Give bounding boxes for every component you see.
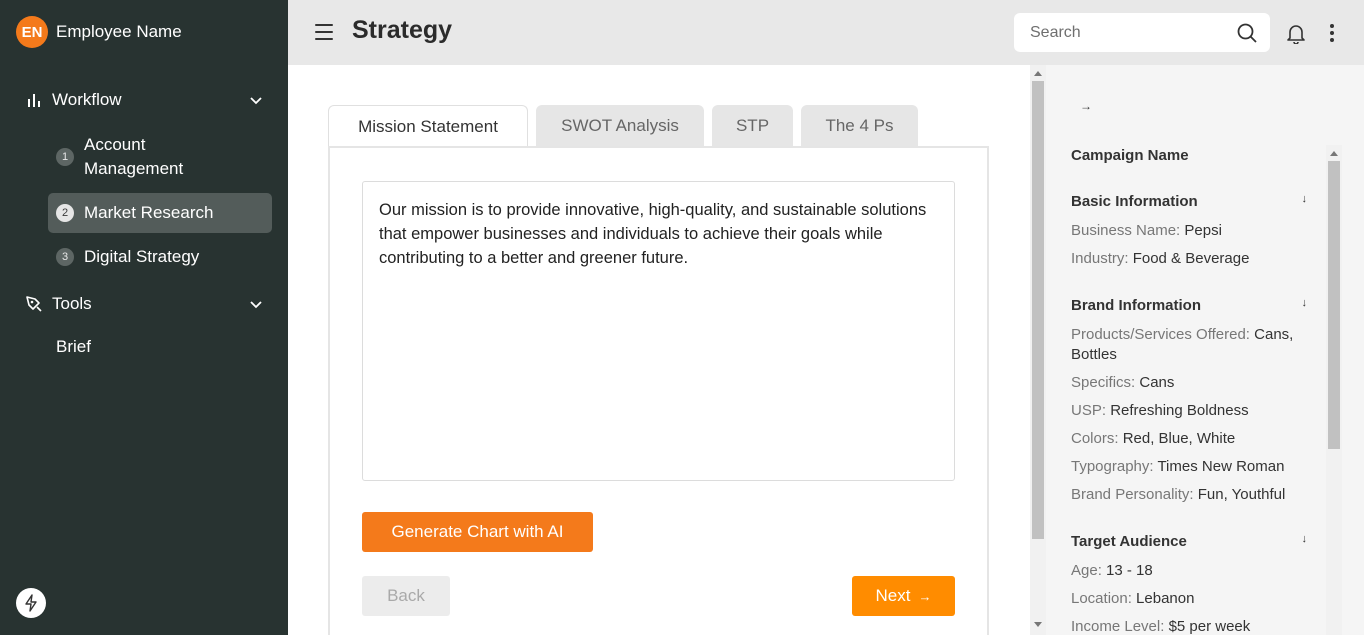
arrow-down-icon: ↓ bbox=[1301, 533, 1308, 545]
search-box bbox=[1014, 13, 1270, 52]
scrollbar-thumb[interactable] bbox=[1328, 161, 1340, 449]
step-number: 2 bbox=[56, 204, 74, 222]
tab-the-4-ps[interactable]: The 4 Ps bbox=[801, 105, 918, 147]
user-profile[interactable]: EN Employee Name bbox=[16, 16, 182, 48]
sidebar-item-label: Market Research bbox=[84, 203, 214, 222]
search-input[interactable] bbox=[1014, 13, 1214, 52]
scroll-down-icon[interactable] bbox=[1034, 622, 1042, 627]
nav-group-workflow[interactable]: Workflow bbox=[24, 85, 272, 115]
scroll-up-icon[interactable] bbox=[1330, 151, 1338, 156]
sidebar: EN Employee Name Workflow 1 Account Mana… bbox=[0, 0, 288, 635]
nav-group-label: Workflow bbox=[52, 90, 122, 109]
user-name: Employee Name bbox=[56, 22, 182, 41]
arrow-down-icon: ↓ bbox=[1301, 297, 1308, 309]
sidebar-item-label: Digital Strategy bbox=[84, 247, 200, 266]
arrow-down-icon: ↓ bbox=[1301, 193, 1308, 205]
arrow-right-icon[interactable]: → bbox=[1080, 99, 1092, 113]
field-industry: Industry: Food & Beverage bbox=[1071, 250, 1250, 267]
section-target-audience[interactable]: Target Audience ↓ bbox=[1071, 533, 1307, 550]
more-vertical-icon[interactable] bbox=[1324, 22, 1340, 44]
next-button-label: Next bbox=[875, 586, 911, 605]
avatar: EN bbox=[16, 16, 48, 48]
section-title: Basic Information bbox=[1071, 193, 1198, 210]
lightning-icon[interactable] bbox=[16, 588, 46, 618]
mission-statement-textarea[interactable]: Our mission is to provide innovative, hi… bbox=[362, 181, 955, 481]
sidebar-item-market-research[interactable]: 2 Market Research bbox=[48, 193, 272, 233]
sidebar-item-account-management[interactable]: 1 Account Management bbox=[48, 133, 272, 181]
chevron-down-icon bbox=[248, 92, 264, 108]
hamburger-icon[interactable] bbox=[315, 24, 333, 40]
top-header: Strategy bbox=[288, 0, 1364, 65]
scrollbar-thumb[interactable] bbox=[1032, 81, 1044, 539]
sidebar-item-brief[interactable]: Brief bbox=[56, 337, 91, 357]
section-title: Target Audience bbox=[1071, 533, 1187, 550]
tab-stp[interactable]: STP bbox=[712, 105, 793, 147]
tab-mission-statement[interactable]: Mission Statement bbox=[328, 105, 528, 147]
next-button[interactable]: Next → bbox=[852, 576, 955, 616]
field-products-services: Products/Services Offered: Cans, Bottles bbox=[1071, 326, 1294, 363]
scroll-up-icon[interactable] bbox=[1034, 71, 1042, 76]
field-business-name: Business Name: Pepsi bbox=[1071, 222, 1222, 239]
nav-group-tools[interactable]: Tools bbox=[24, 289, 272, 319]
campaign-details-panel: → Campaign Name Basic Information ↓ Busi… bbox=[1046, 65, 1364, 635]
search-icon[interactable] bbox=[1236, 22, 1258, 44]
arrow-right-icon: → bbox=[918, 588, 932, 604]
section-title: Brand Information bbox=[1071, 297, 1201, 314]
section-brand-information[interactable]: Brand Information ↓ bbox=[1071, 297, 1307, 314]
sidebar-item-digital-strategy[interactable]: 3 Digital Strategy bbox=[48, 237, 272, 277]
field-typography: Typography: Times New Roman bbox=[1071, 458, 1285, 475]
bar-chart-icon bbox=[24, 90, 44, 110]
field-specifics: Specifics: Cans bbox=[1071, 374, 1175, 391]
field-brand-personality: Brand Personality: Fun, Youthful bbox=[1071, 486, 1286, 503]
chevron-down-icon bbox=[248, 296, 264, 312]
generate-chart-button[interactable]: Generate Chart with AI bbox=[362, 512, 593, 552]
tab-swot-analysis[interactable]: SWOT Analysis bbox=[536, 105, 704, 147]
back-button: Back bbox=[362, 576, 450, 616]
campaign-name: Campaign Name bbox=[1071, 147, 1189, 164]
field-location: Location: Lebanon bbox=[1071, 590, 1195, 607]
step-number: 3 bbox=[56, 248, 74, 266]
field-usp: USP: Refreshing Boldness bbox=[1071, 402, 1249, 419]
pen-tool-icon bbox=[24, 294, 44, 314]
field-age: Age: 13 - 18 bbox=[1071, 562, 1153, 579]
page-title: Strategy bbox=[352, 16, 453, 44]
section-basic-information[interactable]: Basic Information ↓ bbox=[1071, 193, 1307, 210]
sidebar-item-label: Account Management bbox=[84, 135, 184, 178]
panel-scrollbar[interactable] bbox=[1326, 145, 1342, 635]
step-number: 1 bbox=[56, 148, 74, 166]
bell-icon[interactable] bbox=[1285, 22, 1307, 45]
field-income-level: Income Level: $5 per week bbox=[1071, 618, 1251, 635]
main-scrollbar[interactable] bbox=[1030, 65, 1046, 635]
field-colors: Colors: Red, Blue, White bbox=[1071, 430, 1236, 447]
nav-group-label: Tools bbox=[52, 294, 92, 313]
